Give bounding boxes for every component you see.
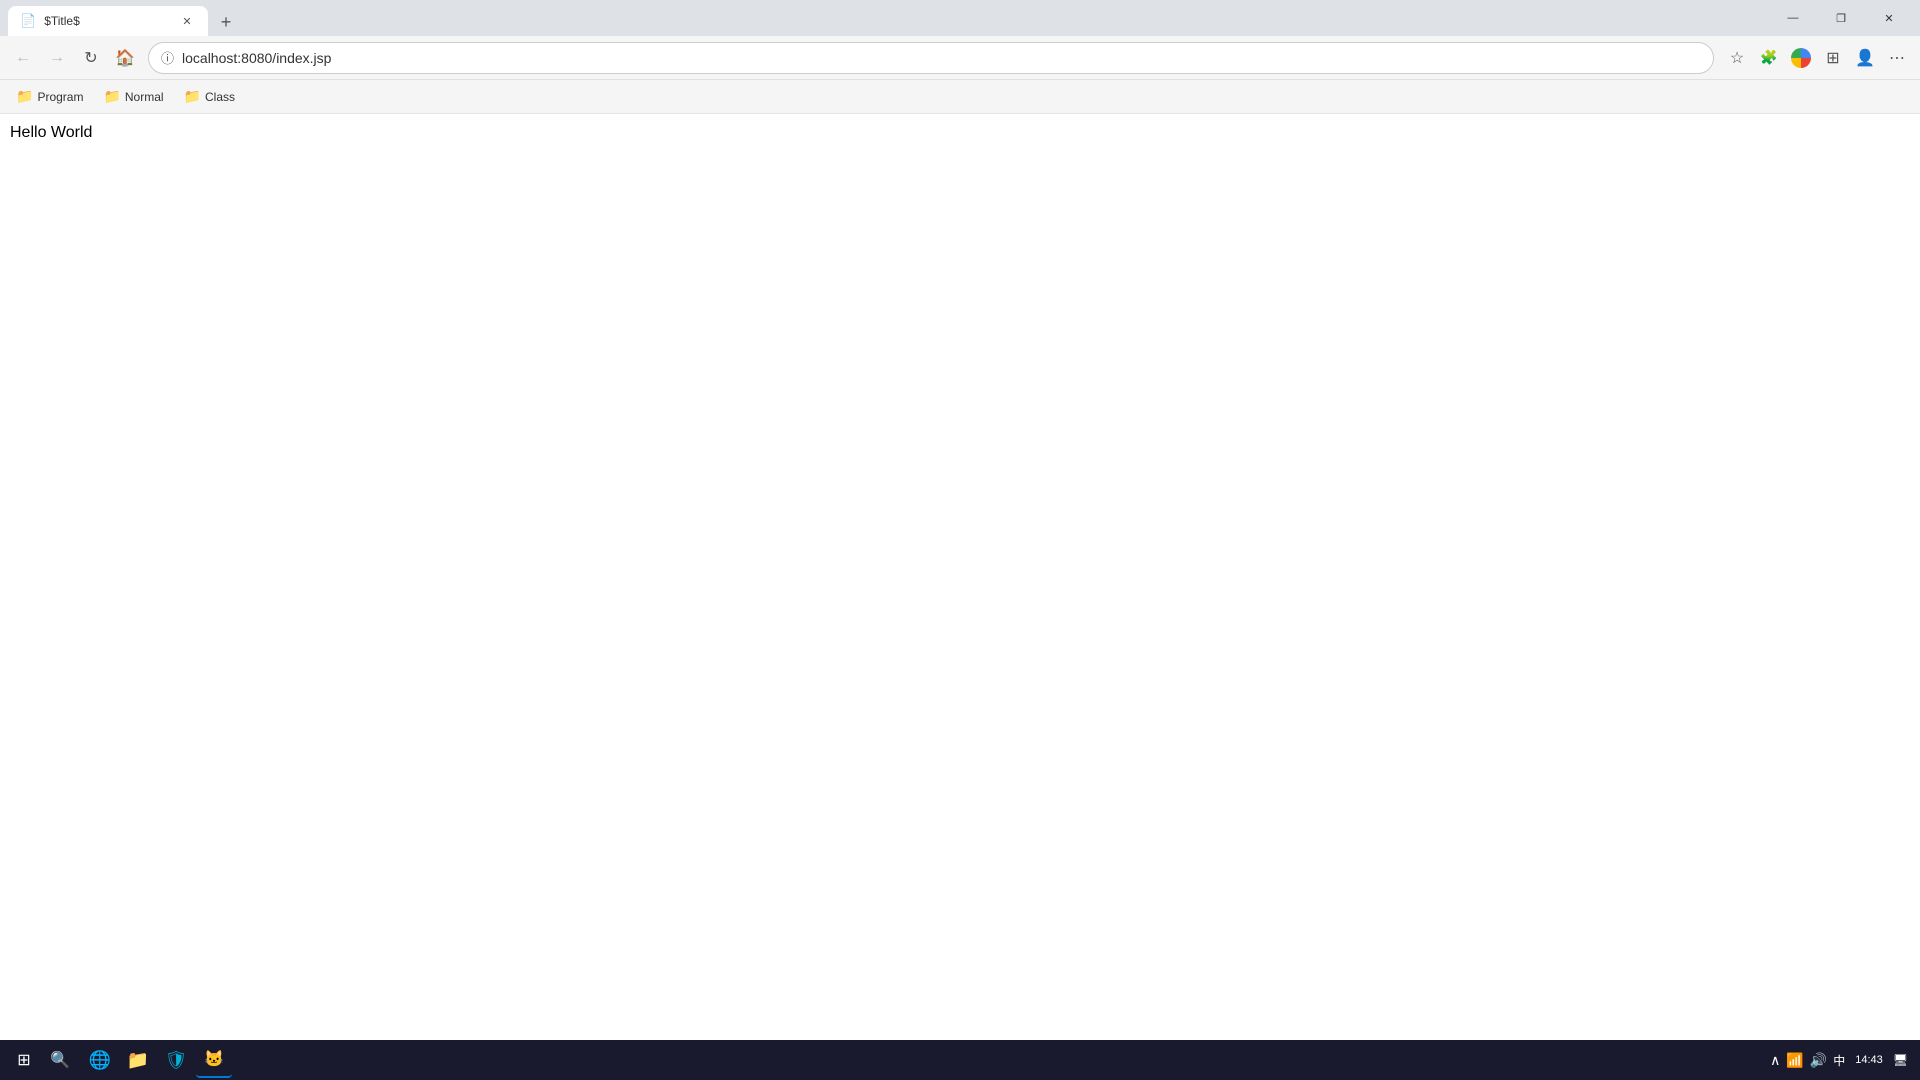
show-desktop-button[interactable]: 🖥 bbox=[1893, 1053, 1908, 1067]
chrome-icon[interactable] bbox=[1786, 43, 1816, 73]
tab-bar: 📄 $Title$ ✕ + bbox=[8, 0, 1770, 36]
forward-button[interactable]: → bbox=[42, 43, 72, 73]
bookmark-class[interactable]: 📁 Class bbox=[176, 84, 243, 109]
address-bar-container[interactable]: ⓘ bbox=[148, 42, 1714, 74]
close-button[interactable]: ✕ bbox=[1866, 2, 1912, 34]
settings-button[interactable]: ⋯ bbox=[1882, 43, 1912, 73]
security-icon: 🛡 bbox=[165, 1050, 188, 1071]
new-tab-button[interactable]: + bbox=[212, 8, 240, 36]
bookmark-class-label: Class bbox=[205, 90, 235, 104]
browser-window: 📄 $Title$ ✕ + — ❐ ✕ ← → ↻ 🏠 ⓘ ☆ 🧩 bbox=[0, 0, 1920, 1080]
favorites-button[interactable]: ☆ bbox=[1722, 43, 1752, 73]
explorer-icon: 📁 bbox=[127, 1050, 149, 1071]
folder-icon: 📁 bbox=[103, 88, 120, 105]
chevron-up-icon[interactable]: ∧ bbox=[1770, 1052, 1780, 1069]
title-bar: 📄 $Title$ ✕ + — ❐ ✕ bbox=[0, 0, 1920, 36]
taskbar: ⊞ 🔍 🌐 📁 🛡 🐱 ∧ 📶 🔊 中 14:43 🖥 bbox=[0, 1040, 1920, 1080]
clock-time: 14:43 bbox=[1855, 1054, 1883, 1066]
network-icon[interactable]: 📶 bbox=[1786, 1052, 1803, 1069]
taskbar-security[interactable]: 🛡 bbox=[158, 1042, 194, 1078]
maximize-button[interactable]: ❐ bbox=[1818, 2, 1864, 34]
minimize-button[interactable]: — bbox=[1770, 2, 1816, 34]
bookmark-normal-label: Normal bbox=[125, 90, 164, 104]
taskbar-clock[interactable]: 14:43 bbox=[1851, 1054, 1887, 1066]
active-tab[interactable]: 📄 $Title$ ✕ bbox=[8, 6, 208, 36]
nav-right-controls: ☆ 🧩 ⊞ 👤 ⋯ bbox=[1722, 43, 1912, 73]
home-button[interactable]: 🏠 bbox=[110, 43, 140, 73]
start-button[interactable]: ⊞ bbox=[6, 1042, 42, 1078]
taskbar-explorer[interactable]: 📁 bbox=[120, 1042, 156, 1078]
tab-page-icon: 📄 bbox=[20, 13, 36, 29]
ime-icon[interactable]: 中 bbox=[1833, 1052, 1845, 1069]
search-icon: 🔍 bbox=[50, 1050, 70, 1070]
collections-button[interactable]: ⊞ bbox=[1818, 43, 1848, 73]
taskbar-app[interactable]: 🐱 bbox=[196, 1042, 232, 1078]
reload-button[interactable]: ↻ bbox=[76, 43, 106, 73]
bookmark-program[interactable]: 📁 Program bbox=[8, 84, 91, 109]
bookmark-normal[interactable]: 📁 Normal bbox=[95, 84, 171, 109]
navigation-bar: ← → ↻ 🏠 ⓘ ☆ 🧩 ⊞ 👤 ⋯ bbox=[0, 36, 1920, 80]
hello-world-text: Hello World bbox=[10, 124, 1910, 142]
bookmarks-bar: 📁 Program 📁 Normal 📁 Class bbox=[0, 80, 1920, 114]
taskbar-items: 🌐 📁 🛡 🐱 bbox=[82, 1042, 232, 1078]
taskbar-search-button[interactable]: 🔍 bbox=[42, 1042, 78, 1078]
tab-close-button[interactable]: ✕ bbox=[178, 12, 196, 30]
taskbar-right: ∧ 📶 🔊 中 14:43 🖥 bbox=[1770, 1052, 1914, 1069]
folder-icon: 📁 bbox=[16, 88, 33, 105]
volume-icon[interactable]: 🔊 bbox=[1810, 1052, 1827, 1069]
taskbar-system-icons: ∧ 📶 🔊 中 bbox=[1770, 1052, 1845, 1069]
folder-icon: 📁 bbox=[184, 88, 201, 105]
taskbar-edge[interactable]: 🌐 bbox=[82, 1042, 118, 1078]
extension-icon[interactable]: 🧩 bbox=[1754, 43, 1784, 73]
window-controls: — ❐ ✕ bbox=[1770, 2, 1912, 34]
back-button[interactable]: ← bbox=[8, 43, 38, 73]
edge-icon: 🌐 bbox=[89, 1050, 111, 1071]
info-icon: ⓘ bbox=[161, 48, 174, 67]
bookmark-program-label: Program bbox=[37, 90, 83, 104]
address-input[interactable] bbox=[182, 50, 1701, 66]
profile-button[interactable]: 👤 bbox=[1850, 43, 1880, 73]
page-content: Hello World bbox=[0, 114, 1920, 1080]
chrome-color-icon bbox=[1791, 48, 1811, 68]
app-icon: 🐱 bbox=[204, 1049, 224, 1069]
tab-title: $Title$ bbox=[44, 14, 170, 28]
windows-logo: ⊞ bbox=[17, 1050, 30, 1070]
